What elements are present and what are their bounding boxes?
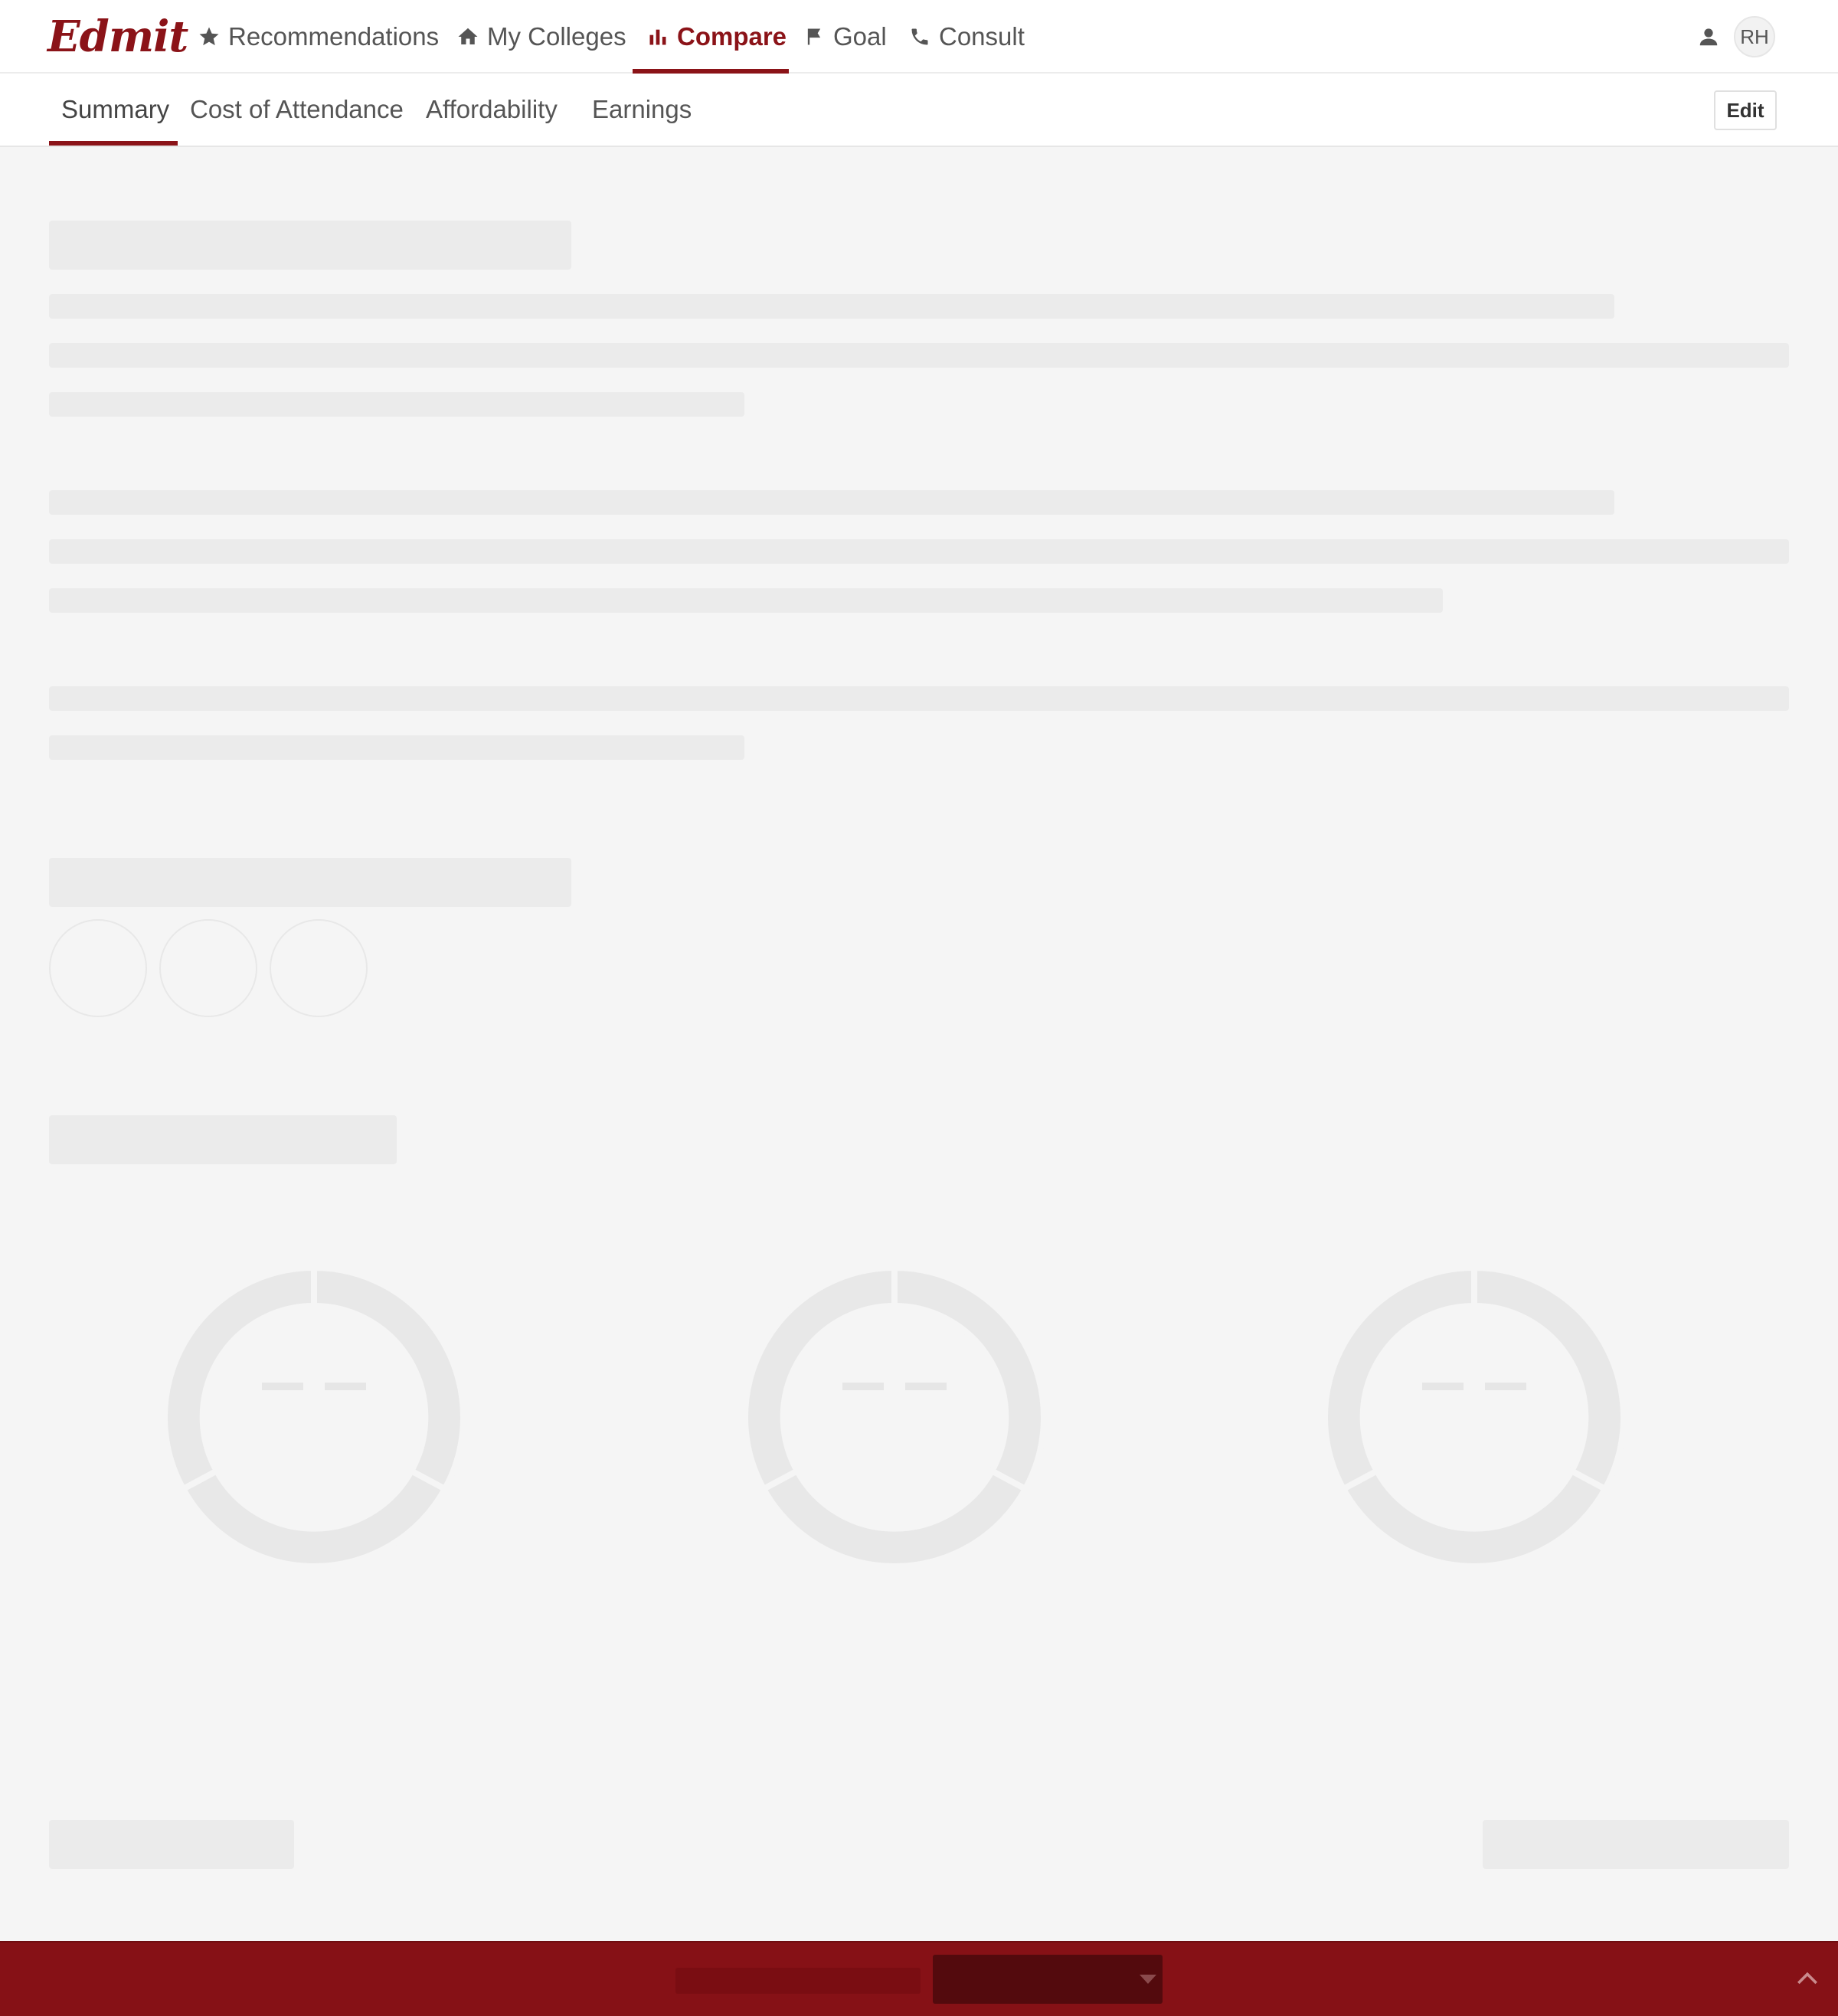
skeleton-avatar: [49, 919, 147, 1017]
skeleton-button: [1483, 1820, 1789, 1869]
skeleton-avatar: [159, 919, 257, 1017]
tab-affordability[interactable]: Affordability: [426, 74, 558, 146]
nav-label: Goal: [833, 22, 887, 51]
college-select[interactable]: [933, 1955, 1163, 2004]
bottom-bar: [0, 1941, 1838, 2016]
nav-consult[interactable]: Consult: [907, 0, 1025, 74]
edmit-logo[interactable]: Edmit: [47, 6, 188, 67]
skeleton-avatar: [270, 919, 368, 1017]
skeleton-line: [49, 294, 1614, 319]
skeleton-label: [675, 1968, 921, 1994]
nav-my-colleges[interactable]: My Colleges: [455, 0, 626, 74]
home-icon: [455, 24, 481, 50]
skeleton-line: [49, 686, 1789, 711]
skeleton-donut-chart: [1322, 1264, 1627, 1569]
skeleton-donut-chart: [162, 1264, 466, 1569]
sub-navigation: Summary Cost of Attendance Affordability…: [0, 74, 1838, 147]
star-icon: [196, 24, 222, 50]
nav-recommendations[interactable]: Recommendations: [196, 0, 439, 74]
chevron-up-icon[interactable]: [1792, 1964, 1823, 1995]
flag-icon: [801, 24, 827, 50]
edit-button[interactable]: Edit: [1714, 90, 1777, 130]
nav-label: Recommendations: [228, 22, 440, 51]
tab-cost-of-attendance[interactable]: Cost of Attendance: [190, 74, 404, 146]
nav-label: My Colleges: [487, 22, 626, 51]
skeleton-line: [49, 343, 1789, 368]
avatar[interactable]: RH: [1734, 16, 1775, 57]
nav-label: Consult: [939, 22, 1025, 51]
skeleton-line: [49, 588, 1443, 613]
skeleton-heading: [49, 858, 571, 907]
tab-earnings[interactable]: Earnings: [592, 74, 692, 146]
person-icon[interactable]: [1697, 25, 1720, 48]
nav-label: Compare: [677, 22, 787, 51]
skeleton-heading: [49, 221, 571, 270]
skeleton-line: [49, 490, 1614, 515]
active-tab-indicator: [49, 141, 178, 146]
nav-compare[interactable]: Compare: [645, 0, 787, 74]
bar-chart-icon: [645, 24, 671, 50]
skeleton-line: [49, 539, 1789, 564]
tab-summary[interactable]: Summary: [61, 74, 169, 146]
phone-icon: [907, 24, 933, 50]
skeleton-line: [49, 392, 744, 417]
skeleton-heading: [49, 1115, 397, 1164]
skeleton-donut-chart: [742, 1264, 1047, 1569]
top-navigation: Edmit Recommendations My Colleges Compar…: [0, 0, 1838, 74]
skeleton-line: [49, 735, 744, 760]
nav-goal[interactable]: Goal: [801, 0, 887, 74]
skeleton-button: [49, 1820, 294, 1869]
caret-down-icon: [1140, 1975, 1156, 1984]
